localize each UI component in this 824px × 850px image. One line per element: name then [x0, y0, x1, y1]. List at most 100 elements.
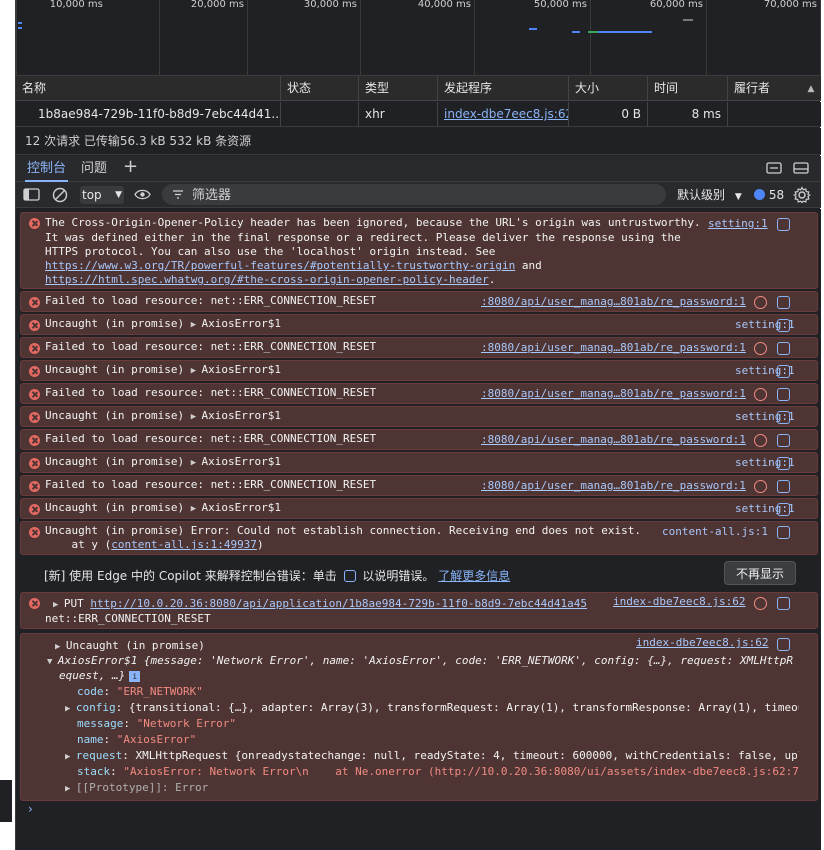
console-error-message[interactable]: Uncaught (in promise) ▶ AxiosError$1 set…	[20, 498, 818, 519]
console-error-message[interactable]: Uncaught (in promise) ▶ AxiosError$1 set…	[20, 314, 818, 335]
copy-icon[interactable]	[777, 365, 790, 378]
info-badge-icon[interactable]: i	[129, 671, 141, 682]
context-selector[interactable]: top ▼	[80, 186, 124, 204]
column-header-status[interactable]: 状态	[280, 76, 358, 101]
copy-icon[interactable]	[777, 526, 790, 539]
copy-icon[interactable]	[777, 503, 790, 516]
console-error-message[interactable]: Failed to load resource: net::ERR_CONNEC…	[20, 429, 818, 450]
source-link[interactable]: :8080/api/user_manag…801ab/re_password:1	[481, 479, 746, 492]
console-error-message[interactable]: The Cross-Origin-Opener-Policy header ha…	[20, 212, 818, 289]
tab-console[interactable]: 控制台	[25, 156, 69, 182]
dont-show-again-button[interactable]: 不再显示	[724, 561, 796, 585]
error-link[interactable]: https://html.spec.whatwg.org/#the-cross-…	[45, 273, 489, 286]
copy-icon[interactable]	[777, 638, 790, 651]
source-link[interactable]: :8080/api/user_manag…801ab/re_password:1	[481, 341, 746, 354]
axios-error-object[interactable]: AxiosError$1	[202, 317, 281, 330]
axios-error-object[interactable]: AxiosError$1	[202, 501, 281, 514]
copy-icon[interactable]	[777, 388, 790, 401]
copy-icon[interactable]	[777, 597, 790, 610]
expand-triangle-icon[interactable]: ▶	[55, 642, 66, 652]
filter-input[interactable]	[192, 186, 652, 203]
column-header-time[interactable]: 时间	[647, 76, 727, 101]
expand-triangle-icon[interactable]: ▶	[65, 784, 76, 794]
column-header-fulfiller[interactable]: 履行者	[727, 76, 805, 101]
console-error-message[interactable]: Failed to load resource: net::ERR_CONNEC…	[20, 383, 818, 404]
axios-error-object[interactable]: AxiosError$1	[202, 409, 281, 422]
axios-error-object[interactable]: AxiosError$1	[202, 363, 281, 376]
axios-error-object[interactable]: AxiosError$1	[202, 455, 281, 468]
eye-icon[interactable]	[134, 188, 151, 201]
expand-triangle-icon[interactable]: ▶	[191, 320, 202, 330]
error-link[interactable]: https://www.w3.org/TR/powerful-features/…	[45, 259, 515, 272]
console-error-message[interactable]: Uncaught (in promise) Error: Could not e…	[20, 521, 818, 555]
log-levels-dropdown[interactable]: 默认级别 ▼	[677, 182, 742, 208]
timeline-tick: 10,000 ms	[50, 0, 160, 76]
console-prompt[interactable]: ›	[16, 797, 821, 821]
copy-icon[interactable]	[777, 319, 790, 332]
request-url-link[interactable]: http://10.0.20.36:8080/api/application/1…	[90, 597, 587, 610]
column-header-size[interactable]: 大小	[568, 76, 647, 101]
error-text: Uncaught (in promise) ▶ AxiosError$1	[45, 317, 281, 333]
console-error-message[interactable]: Uncaught (in promise) ▶ AxiosError$1 set…	[20, 406, 818, 427]
info-icon[interactable]	[754, 388, 767, 401]
dock-side-icon[interactable]	[792, 160, 810, 176]
error-text: Uncaught (in promise) Error: Could not e…	[45, 524, 642, 537]
source-link[interactable]: index-dbe7eec8.js:62	[613, 595, 745, 608]
console-error-message[interactable]: Uncaught (in promise) ▶ AxiosError$1 set…	[20, 360, 818, 381]
source-link[interactable]: :8080/api/user_manag…801ab/re_password:1	[481, 433, 746, 446]
expand-triangle-icon[interactable]: ▶	[191, 458, 202, 468]
console-error-message[interactable]: Failed to load resource: net::ERR_CONNEC…	[20, 337, 818, 358]
column-header-name[interactable]: 名称	[16, 76, 280, 101]
source-link[interactable]: :8080/api/user_manag…801ab/re_password:1	[481, 295, 746, 308]
scroll-up-icon[interactable]: ▲	[804, 84, 818, 94]
expand-triangle-icon[interactable]: ▶	[53, 600, 64, 610]
console-error-message[interactable]: Failed to load resource: net::ERR_CONNEC…	[20, 291, 818, 312]
expand-triangle-icon[interactable]: ▶	[191, 504, 202, 514]
info-icon[interactable]	[754, 342, 767, 355]
collapse-triangle-icon[interactable]: ▼	[47, 657, 58, 667]
prop-prototype[interactable]: ▶ [[Prototype]]: Error	[65, 781, 208, 797]
console-error-message[interactable]: Failed to load resource: net::ERR_CONNEC…	[20, 475, 818, 496]
object-summary[interactable]: ▼ AxiosError$1 {message: 'Network Error'…	[47, 654, 797, 670]
info-icon[interactable]	[754, 597, 767, 610]
column-header-initiator[interactable]: 发起程序	[437, 76, 568, 101]
console-error-message[interactable]: ▶ Uncaught (in promise) index-dbe7eec8.j…	[20, 633, 818, 801]
request-name[interactable]: 1b8ae984-729b-11f0-b8d9-7ebc44d41...	[16, 102, 280, 127]
tab-issues[interactable]: 问题	[81, 156, 107, 182]
prop-request[interactable]: ▶ request: XMLHttpRequest {onreadystatec…	[65, 749, 799, 765]
add-tab-button[interactable]: +	[123, 156, 138, 182]
undock-icon[interactable]	[765, 160, 783, 176]
info-icon[interactable]	[754, 480, 767, 493]
source-link[interactable]: setting:1	[708, 217, 768, 230]
sidebar-toggle-icon[interactable]	[23, 187, 40, 202]
request-initiator-link[interactable]: index-dbe7eec8.js:62	[444, 107, 568, 121]
console-error-message[interactable]: Uncaught (in promise) ▶ AxiosError$1 set…	[20, 452, 818, 473]
source-link[interactable]: content-all.js:1	[662, 525, 768, 538]
info-icon[interactable]	[754, 296, 767, 309]
info-icon[interactable]	[754, 434, 767, 447]
learn-more-link[interactable]: 了解更多信息	[438, 569, 510, 583]
clear-console-icon[interactable]	[52, 187, 68, 203]
console-error-message[interactable]: ▶ PUT http://10.0.20.36:8080/api/applica…	[20, 592, 818, 629]
error-text: Uncaught (in promise) ▶ AxiosError$1	[45, 501, 281, 517]
stack-link[interactable]: content-all.js:1:49937	[111, 538, 257, 551]
copy-icon[interactable]	[777, 434, 790, 447]
issues-counter[interactable]: 58	[754, 182, 784, 208]
column-header-type[interactable]: 类型	[358, 76, 437, 101]
source-link[interactable]: index-dbe7eec8.js:62	[636, 636, 768, 649]
copy-icon[interactable]	[777, 411, 790, 424]
expand-triangle-icon[interactable]: ▶	[191, 412, 202, 422]
copy-icon[interactable]	[777, 218, 790, 231]
copy-icon[interactable]	[777, 342, 790, 355]
expand-triangle-icon[interactable]: ▶	[65, 704, 76, 714]
gear-icon[interactable]	[793, 186, 811, 204]
table-row[interactable]: 1b8ae984-729b-11f0-b8d9-7ebc44d41... xhr…	[16, 102, 821, 127]
expand-triangle-icon[interactable]: ▶	[65, 752, 76, 762]
expand-triangle-icon[interactable]: ▶	[191, 366, 202, 376]
copy-icon[interactable]	[777, 296, 790, 309]
copy-icon[interactable]	[777, 457, 790, 470]
prop-config[interactable]: ▶ config: {transitional: {…}, adapter: A…	[65, 701, 799, 717]
network-overview-timeline[interactable]: 10,000 ms 20,000 ms 30,000 ms 40,000 ms …	[16, 0, 821, 76]
copy-icon[interactable]	[777, 480, 790, 493]
source-link[interactable]: :8080/api/user_manag…801ab/re_password:1	[481, 387, 746, 400]
